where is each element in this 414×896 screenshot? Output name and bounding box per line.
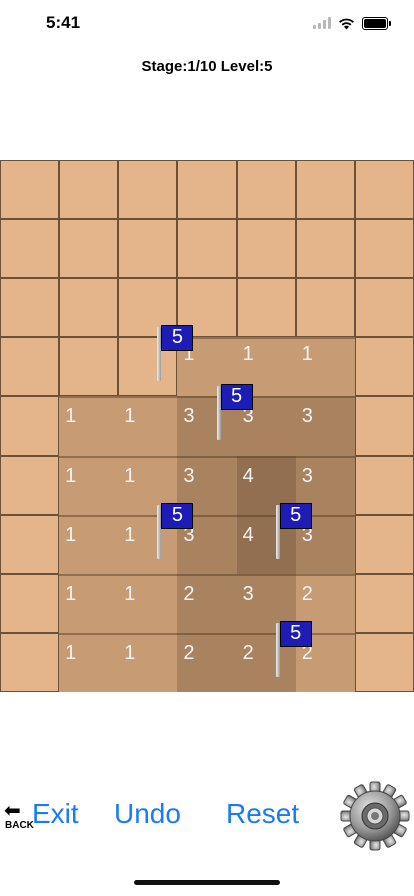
covered-cell[interactable] <box>236 160 296 220</box>
cell-number: 1 <box>124 641 136 664</box>
revealed-cell[interactable]: 1 <box>59 396 119 456</box>
covered-cell[interactable] <box>354 160 414 220</box>
covered-cell[interactable] <box>236 219 296 279</box>
revealed-cell[interactable]: 1 <box>59 632 119 692</box>
covered-cell[interactable] <box>354 455 414 515</box>
covered-cell[interactable] <box>295 160 355 220</box>
revealed-cell[interactable]: 2 <box>177 573 237 633</box>
covered-cell[interactable] <box>0 632 60 692</box>
cell-number: 1 <box>242 343 254 366</box>
covered-cell[interactable] <box>354 573 414 633</box>
covered-cell[interactable] <box>59 278 119 338</box>
covered-cell[interactable] <box>354 219 414 279</box>
home-indicator <box>134 880 280 885</box>
reset-button[interactable]: Reset <box>226 798 299 830</box>
covered-cell[interactable] <box>118 160 178 220</box>
flag-marker[interactable]: 5 <box>216 384 255 441</box>
cell-number: 3 <box>242 582 254 605</box>
revealed-cell[interactable]: 1 <box>118 573 178 633</box>
cell-number: 1 <box>65 405 77 428</box>
cell-number: 1 <box>124 405 136 428</box>
covered-cell[interactable] <box>0 573 60 633</box>
revealed-cell[interactable]: 1 <box>118 396 178 456</box>
covered-cell[interactable] <box>59 160 119 220</box>
covered-cell[interactable] <box>177 160 237 220</box>
covered-cell[interactable] <box>295 278 355 338</box>
revealed-cell[interactable]: 3 <box>295 396 355 456</box>
cell-number: 4 <box>242 464 254 487</box>
back-label: BACK <box>5 820 34 831</box>
cell-number: 1 <box>65 641 77 664</box>
cell-number: 1 <box>65 523 77 546</box>
covered-cell[interactable] <box>59 337 119 397</box>
exit-button[interactable]: Exit <box>32 798 79 830</box>
covered-cell[interactable] <box>354 632 414 692</box>
revealed-cell[interactable]: 1 <box>59 514 119 574</box>
covered-cell[interactable] <box>354 514 414 574</box>
status-bar: 5:41 <box>0 0 414 48</box>
cell-number: 2 <box>183 582 195 605</box>
covered-cell[interactable] <box>0 396 60 456</box>
flag-marker[interactable]: 5 <box>275 620 314 677</box>
back-arrow-icon: ⬅ <box>4 800 21 822</box>
revealed-cell[interactable]: 1 <box>118 632 178 692</box>
cell-number: 1 <box>65 464 77 487</box>
covered-cell[interactable] <box>0 337 60 397</box>
covered-cell[interactable] <box>0 160 60 220</box>
flag-number: 5 <box>279 620 312 647</box>
revealed-cell[interactable]: 2 <box>177 632 237 692</box>
revealed-cell[interactable]: 1 <box>59 573 119 633</box>
covered-cell[interactable] <box>0 219 60 279</box>
cell-number: 1 <box>301 343 313 366</box>
covered-cell[interactable] <box>236 278 296 338</box>
cell-number: 2 <box>183 641 195 664</box>
flag-number: 5 <box>161 325 194 352</box>
cell-number: 1 <box>124 464 136 487</box>
revealed-cell[interactable]: 1 <box>59 455 119 515</box>
cell-number: 1 <box>65 582 77 605</box>
cell-number: 3 <box>183 464 195 487</box>
covered-cell[interactable] <box>118 219 178 279</box>
flag-number: 5 <box>161 502 194 529</box>
cell-number: 2 <box>301 582 313 605</box>
status-icons <box>313 14 391 32</box>
battery-icon <box>362 16 391 30</box>
flag-marker[interactable]: 5 <box>275 502 314 559</box>
cell-number: 3 <box>301 405 313 428</box>
covered-cell[interactable] <box>0 455 60 515</box>
control-bar: ⬅ BACK Exit Undo Reset <box>0 770 414 860</box>
flag-marker[interactable]: 5 <box>157 502 195 559</box>
game-board[interactable]: 111113331134311343112321122255555 <box>0 160 414 692</box>
covered-cell[interactable] <box>177 219 237 279</box>
covered-cell[interactable] <box>354 337 414 397</box>
covered-cell[interactable] <box>0 514 60 574</box>
cellular-signal-icon <box>313 17 331 29</box>
undo-button[interactable]: Undo <box>114 798 181 830</box>
flag-number: 5 <box>279 502 312 529</box>
flag-marker[interactable]: 5 <box>157 325 195 382</box>
flag-number: 5 <box>220 384 253 411</box>
cell-number: 1 <box>124 582 136 605</box>
settings-gear-icon[interactable] <box>340 778 410 854</box>
covered-cell[interactable] <box>295 219 355 279</box>
stage-level-title: Stage:1/10 Level:5 <box>141 58 273 75</box>
cell-number: 3 <box>301 464 313 487</box>
covered-cell[interactable] <box>59 219 119 279</box>
back-button[interactable]: ⬅ BACK <box>2 800 34 832</box>
covered-cell[interactable] <box>354 396 414 456</box>
status-time: 5:41 <box>46 13 81 32</box>
revealed-cell[interactable]: 1 <box>295 337 355 397</box>
covered-cell[interactable] <box>0 278 60 338</box>
wifi-icon <box>339 18 354 29</box>
covered-cell[interactable] <box>354 278 414 338</box>
